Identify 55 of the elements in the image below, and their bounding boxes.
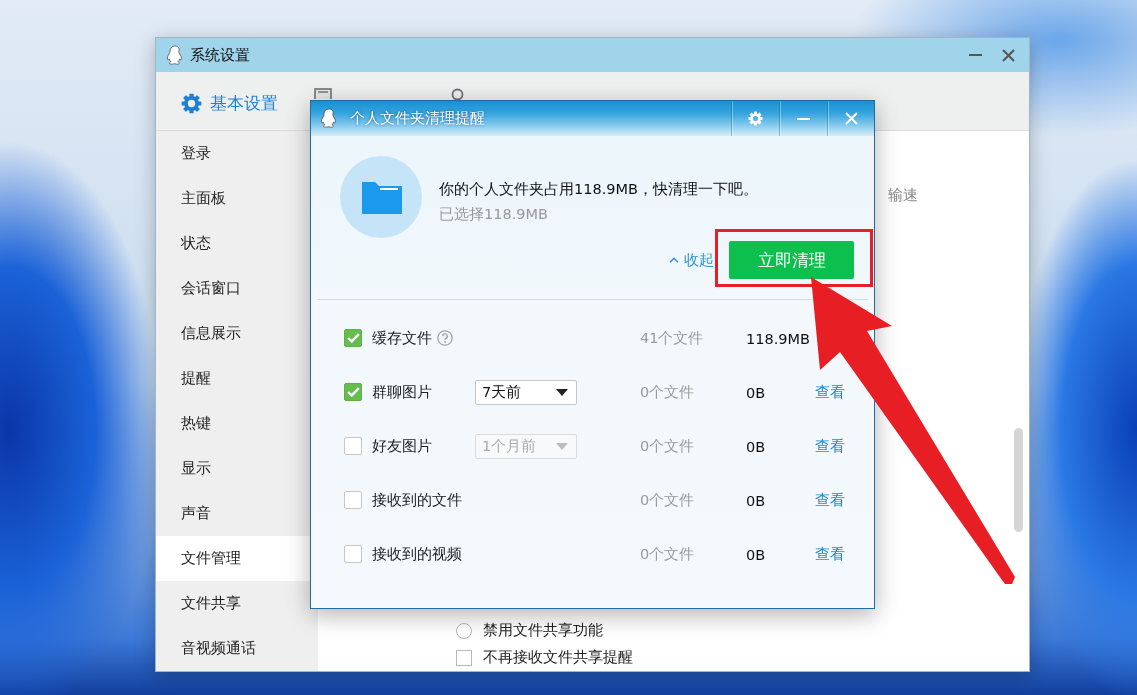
item-label: 好友图片 [372, 436, 432, 456]
selection-summary: 已选择118.9MB [439, 205, 548, 223]
chevron-up-icon [669, 257, 679, 263]
file-size: 118.9MB [746, 330, 810, 347]
file-size: 0B [746, 546, 766, 563]
checkbox[interactable] [344, 383, 362, 401]
item-label: 接收到的视频 [372, 544, 462, 564]
close-icon [844, 112, 858, 125]
caret-icon [556, 388, 568, 396]
checkbox[interactable] [456, 649, 472, 666]
minimize-icon [969, 54, 982, 56]
gear-icon [181, 92, 202, 114]
dropdown[interactable]: 7天前 [475, 379, 577, 405]
minimize-icon [797, 117, 810, 120]
view-link[interactable]: 查看 [815, 545, 845, 563]
tab[interactable]: 基本设置 [181, 92, 278, 114]
settings-icon [748, 111, 763, 126]
checkbox[interactable] [344, 329, 362, 347]
scrollbar-thumb[interactable] [1014, 428, 1023, 532]
option-label: 禁用文件共享功能 [483, 621, 603, 640]
dialog-title: 个人文件夹清理提醒 [350, 109, 485, 128]
caret-icon [556, 442, 568, 450]
folder-icon [340, 156, 422, 238]
window-title: 系统设置 [190, 45, 250, 65]
item-label: 接收到的文件 [372, 490, 462, 510]
checkbox[interactable] [344, 545, 362, 563]
file-count: 0个文件 [640, 384, 695, 400]
file-count: 0个文件 [640, 438, 695, 454]
help-icon[interactable] [437, 330, 453, 346]
item-label: 缓存文件 [372, 328, 432, 348]
penguin-icon [166, 44, 184, 66]
file-count: 0个文件 [640, 546, 695, 562]
penguin-icon [320, 108, 338, 129]
checkmark-icon [346, 333, 360, 343]
view-link[interactable]: 查看 [815, 437, 845, 455]
message-text: 你的个人文件夹占用118.9MB，快清理一下吧。 [439, 180, 758, 198]
radio-button[interactable] [456, 622, 472, 639]
file-count: 41个文件 [640, 330, 704, 346]
file-size: 0B [746, 384, 766, 401]
file-size: 0B [746, 438, 766, 455]
file-size: 0B [746, 492, 766, 509]
file-count: 0个文件 [640, 492, 695, 508]
tab[interactable] [314, 88, 332, 99]
setting-text: 输速 [888, 186, 918, 204]
tab[interactable] [451, 88, 464, 100]
checkmark-icon [346, 387, 360, 397]
option-label: 不再接收文件共享提醒 [483, 648, 633, 667]
checkbox[interactable] [344, 437, 362, 455]
view-link[interactable]: 查看 [815, 491, 845, 509]
ring-icon [451, 88, 464, 100]
checkbox[interactable] [344, 491, 362, 509]
sidebar-item[interactable]: 音视频通话 [156, 626, 318, 671]
close-icon [1002, 48, 1015, 62]
view-link[interactable]: 查看 [815, 383, 845, 401]
item-label: 群聊图片 [372, 382, 432, 402]
